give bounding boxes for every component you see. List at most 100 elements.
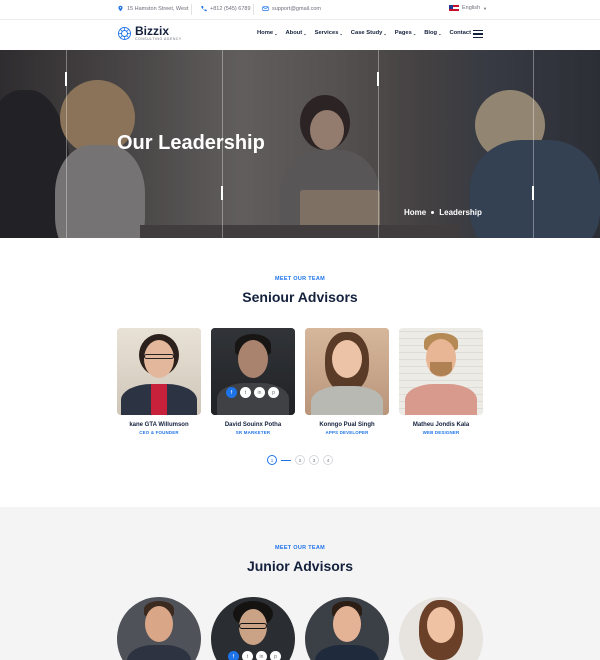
grid-line: [533, 50, 534, 238]
page-dot-3[interactable]: 3: [309, 455, 319, 465]
breadcrumb: Home Leadership: [404, 208, 482, 217]
photo-glasses: [144, 354, 174, 359]
team-card[interactable]: kane GTA Willumson CEO & FOUNDER: [117, 328, 201, 435]
photo-body: [127, 645, 191, 660]
hero-banner: Our Leadership Home Leadership: [0, 50, 600, 238]
chevron-down-icon: ⌄: [412, 30, 417, 36]
phone-info[interactable]: +812 (545) 6789: [200, 5, 251, 12]
photo-face: [332, 340, 362, 378]
us-flag-icon: [449, 5, 459, 11]
nav-case-study[interactable]: Case Study ⌄: [351, 30, 387, 36]
chevron-down-icon: ▼: [483, 5, 488, 11]
facebook-icon[interactable]: f: [226, 387, 237, 398]
junior-section-label: MEET OUR TEAM: [274, 545, 326, 551]
page-dot-2[interactable]: 2: [295, 455, 305, 465]
logo-name: Bizzix: [135, 24, 170, 38]
main-header: Bizzix CONSULTING AGENCY Home ⌄ About ⌄ Se…: [0, 20, 600, 50]
linkedin-icon[interactable]: in: [254, 387, 265, 398]
breadcrumb-current: Leadership: [439, 208, 482, 217]
member-name[interactable]: Matheu Jondis Kala: [399, 422, 483, 428]
nav-home[interactable]: Home ⌄: [257, 30, 277, 36]
team-card[interactable]: Matheu Jondis Kala WEB DESIGNER: [399, 328, 483, 435]
junior-section: [0, 507, 600, 660]
active-indicator: [281, 459, 291, 461]
address-text: 15 Hamston Street, West: [127, 5, 189, 12]
hero-overlay: [0, 50, 600, 238]
senior-section-title: Seniour Advisors: [242, 289, 358, 305]
logo-mark-icon: [118, 26, 131, 40]
nav-contact[interactable]: Contact: [449, 30, 471, 36]
phone-icon: [201, 6, 207, 12]
nav-blog[interactable]: Blog ⌄: [424, 30, 441, 36]
chevron-down-icon: ⌄: [303, 30, 307, 36]
nav-pages-label: Pages: [394, 30, 412, 36]
photo-face: [144, 340, 174, 378]
carousel-pagination: 1 2 3 4: [267, 455, 333, 465]
address-info: 15 Hamston Street, West: [117, 5, 188, 12]
member-role: SR MARKETER: [235, 430, 271, 435]
grid-marker: [221, 186, 223, 200]
photo-shirt: [151, 384, 167, 415]
page-dot-1[interactable]: 1: [267, 455, 277, 465]
linkedin-icon[interactable]: in: [256, 651, 267, 660]
email-icon: [262, 6, 269, 11]
page-title: Our Leadership: [117, 132, 265, 154]
team-card[interactable]: f t in p David Souinx Potha SR MARKETER: [211, 328, 295, 435]
photo-body: [311, 386, 383, 415]
facebook-icon[interactable]: f: [228, 651, 239, 660]
pinterest-icon[interactable]: p: [270, 651, 281, 660]
grid-marker: [532, 186, 534, 200]
language-selector[interactable]: English ▼: [449, 5, 487, 11]
chevron-down-icon: ⌄: [339, 30, 343, 36]
location-pin-icon: [118, 5, 123, 12]
twitter-icon[interactable]: t: [242, 651, 253, 660]
language-label: English: [462, 5, 481, 11]
senior-section-label: MEET OUR TEAM: [274, 276, 326, 282]
chevron-down-icon: ⌄: [274, 30, 278, 36]
member-name[interactable]: David Souinx Potha: [211, 422, 295, 428]
photo-body: [405, 384, 477, 415]
page-dot-4[interactable]: 4: [323, 455, 333, 465]
chevron-down-icon: ⌄: [383, 30, 387, 36]
grid-marker: [377, 72, 379, 86]
photo-beard: [430, 362, 452, 376]
breadcrumb-home[interactable]: Home: [404, 208, 426, 217]
nav-home-label: Home: [257, 30, 274, 36]
logo[interactable]: Bizzix CONSULTING AGENCY: [117, 25, 182, 42]
nav-blog-label: Blog: [424, 30, 438, 36]
member-photo: [399, 328, 483, 415]
logo-tagline: CONSULTING AGENCY: [135, 37, 182, 41]
team-card[interactable]: Konngo Pual Singh APPS DEVELOPER: [305, 328, 389, 435]
nav-case-study-label: Case Study: [350, 30, 383, 36]
member-role: WEB DESIGNER: [422, 430, 460, 435]
member-name[interactable]: Konngo Pual Singh: [305, 422, 389, 428]
nav-services-label: Services: [314, 30, 339, 36]
nav-about[interactable]: About ⌄: [285, 30, 306, 36]
photo-overlay: [211, 328, 295, 415]
top-bar: 15 Hamston Street, West +812 (545) 6789 …: [0, 0, 600, 20]
email-info[interactable]: support@gmail.com: [262, 5, 321, 12]
breadcrumb-separator: [431, 211, 435, 214]
email-text: support@gmail.com: [272, 5, 321, 12]
photo-body: [315, 645, 379, 660]
member-role: APPS DEVELOPER: [325, 430, 369, 435]
nav-services[interactable]: Services ⌄: [315, 30, 343, 36]
member-photo: f t in p: [211, 328, 295, 415]
divider: [253, 4, 254, 15]
nav-contact-label: Contact: [449, 30, 472, 36]
pinterest-icon[interactable]: p: [268, 387, 279, 398]
nav-pages[interactable]: Pages ⌄: [395, 30, 416, 36]
divider: [191, 4, 192, 15]
member-name[interactable]: kane GTA Willumson: [117, 422, 201, 428]
phone-text: +812 (545) 6789: [210, 5, 251, 12]
social-links: f t in p: [228, 651, 281, 660]
photo-glasses: [239, 623, 267, 629]
menu-icon[interactable]: [473, 30, 483, 38]
social-links: f t in p: [226, 387, 279, 398]
chevron-down-icon: ⌄: [438, 30, 442, 36]
nav-about-label: About: [285, 30, 303, 36]
main-nav: Home ⌄ About ⌄ Services ⌄ Case Study ⌄ Pages…: [257, 30, 471, 36]
twitter-icon[interactable]: t: [240, 387, 251, 398]
photo-face: [427, 607, 455, 643]
member-photo: [305, 328, 389, 415]
